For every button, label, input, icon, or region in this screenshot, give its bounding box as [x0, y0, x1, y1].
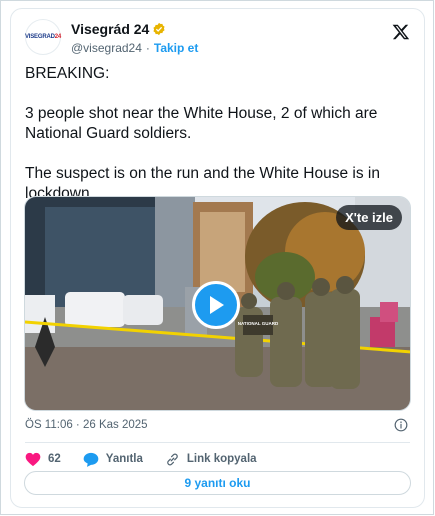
reply-bubble-icon	[83, 452, 99, 467]
verified-gold-icon	[153, 22, 165, 36]
watch-on-x-button[interactable]: X'te izle	[336, 205, 402, 230]
link-icon	[167, 453, 178, 465]
follow-link[interactable]: Takip et	[154, 41, 198, 55]
tweet-paragraph: 3 people shot near the White House, 2 of…	[25, 105, 382, 142]
tweet-timestamp[interactable]: ÖS 11:06 · 26 Kas 2025	[25, 419, 148, 431]
account-name[interactable]: Visegrád 24	[71, 21, 149, 37]
tweet-card: VISEGRAD24 Visegrád 24 @visegrad24 · Tak…	[10, 8, 425, 508]
avatar-logo: VISEGRAD24	[24, 34, 62, 40]
action-bar: 62 Yanıtla Link kopyala	[25, 449, 279, 469]
play-icon	[210, 296, 224, 314]
divider	[25, 442, 410, 443]
reply-button[interactable]: Yanıtla	[83, 452, 143, 467]
copy-link-label: Link kopyala	[186, 453, 257, 465]
tweet-paragraph: BREAKING:	[25, 65, 110, 82]
tweet-header: VISEGRAD24 Visegrád 24 @visegrad24 · Tak…	[25, 17, 410, 57]
like-count: 62	[48, 453, 61, 465]
video-thumbnail[interactable]: NATIONAL GUARD X'te izle	[24, 196, 411, 411]
reply-label: Yanıtla	[105, 453, 143, 465]
sign-text: NATIONAL GUARD	[238, 321, 279, 326]
read-replies-button[interactable]: 9 yanıtı oku	[24, 471, 411, 495]
copy-link-button[interactable]: Link kopyala	[165, 452, 257, 467]
like-button[interactable]: 62	[25, 452, 61, 467]
account-handle[interactable]: @visegrad24	[71, 41, 142, 55]
name-row: Visegrád 24	[71, 21, 166, 37]
handle-row: @visegrad24 · Takip et	[71, 41, 198, 55]
heart-icon	[25, 452, 41, 466]
play-button[interactable]	[192, 281, 240, 329]
x-logo-icon[interactable]	[392, 23, 410, 41]
info-icon[interactable]	[394, 418, 408, 432]
avatar[interactable]: VISEGRAD24	[25, 19, 61, 55]
separator-dot: ·	[145, 41, 150, 55]
